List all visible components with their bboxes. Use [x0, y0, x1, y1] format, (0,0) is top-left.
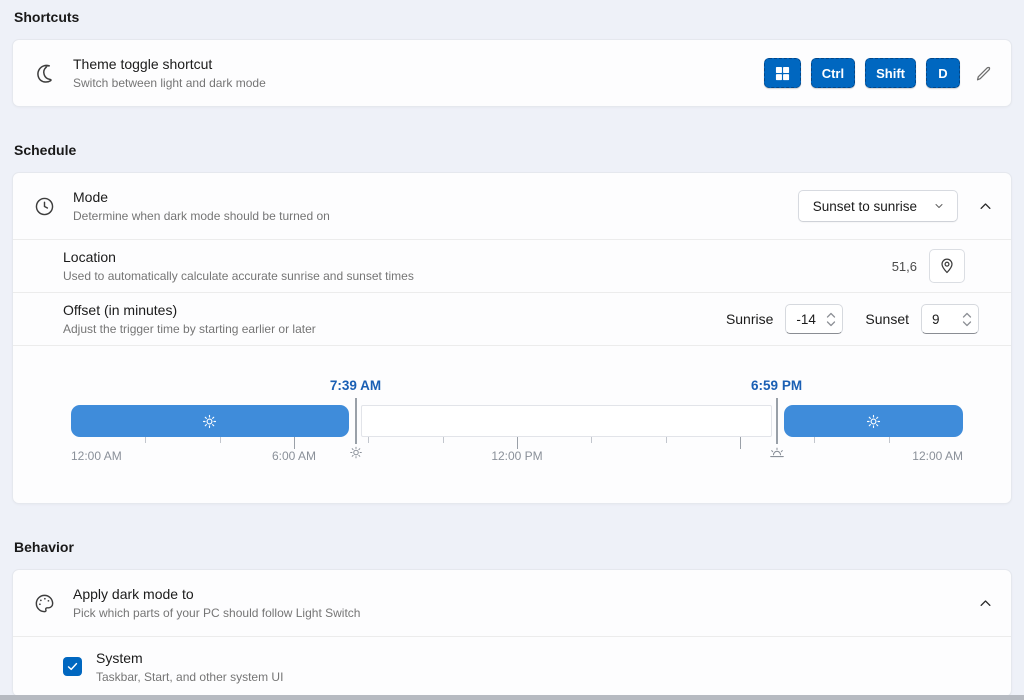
- key-ctrl[interactable]: Ctrl: [811, 58, 855, 88]
- dark-mode-bar-night-left: [71, 405, 349, 437]
- cutoff-content-strip: [0, 695, 1024, 700]
- mode-row: Mode Determine when dark mode should be …: [13, 173, 1011, 239]
- location-value: 51,6: [892, 259, 917, 274]
- timeline-tick: [591, 437, 592, 443]
- system-subtitle: Taskbar, Start, and other system UI: [96, 669, 993, 685]
- behavior-subtitle: Pick which parts of your PC should follo…: [73, 605, 958, 621]
- shortcut-subtitle: Switch between light and dark mode: [73, 75, 764, 91]
- sunrise-offset-value: -14: [786, 312, 826, 327]
- checkmark-icon: [66, 660, 79, 673]
- light-mode-track-day: [361, 405, 772, 437]
- timeline-tick: [889, 437, 890, 443]
- timeline-axis-label: 12:00 PM: [491, 449, 542, 463]
- sunset-divider: [776, 398, 778, 444]
- timeline-tick: [368, 437, 369, 443]
- sun-outline-icon: [348, 445, 363, 460]
- windows-logo-icon: [775, 66, 790, 81]
- location-row: Location Used to automatically calculate…: [13, 239, 1011, 292]
- sun-icon: [201, 413, 218, 430]
- key-shift[interactable]: Shift: [865, 58, 916, 88]
- sunset-time-label: 6:59 PM: [751, 378, 802, 393]
- spinner-icon[interactable]: [962, 311, 978, 328]
- sunset-offset-input[interactable]: 9: [921, 304, 979, 334]
- key-windows[interactable]: [764, 58, 801, 88]
- timeline: 7:39 AM 6:59 PM: [13, 345, 1011, 503]
- sunrise-divider: [355, 398, 357, 444]
- shortcut-title: Theme toggle shortcut: [73, 55, 764, 73]
- mode-subtitle: Determine when dark mode should be turne…: [73, 208, 798, 224]
- offset-subtitle: Adjust the trigger time by starting earl…: [63, 321, 726, 337]
- dark-mode-bar-night-right: [784, 405, 963, 437]
- timeline-tick: [517, 437, 518, 449]
- sunset-icon: [768, 445, 785, 459]
- section-header-shortcuts: Shortcuts: [14, 8, 1010, 27]
- section-header-behavior: Behavior: [14, 538, 1010, 557]
- sunrise-time-label: 7:39 AM: [330, 378, 381, 393]
- behavior-expander-chevron-up-icon[interactable]: [978, 596, 993, 611]
- offset-row: Offset (in minutes) Adjust the trigger t…: [13, 292, 1011, 345]
- apply-dark-mode-row: Apply dark mode to Pick which parts of y…: [13, 570, 1011, 636]
- timeline-tick: [740, 437, 741, 449]
- sunrise-axis-marker: [348, 445, 363, 460]
- clock-icon: [31, 195, 57, 218]
- sunset-offset-label: Sunset: [865, 311, 909, 327]
- mode-title: Mode: [73, 188, 798, 206]
- timeline-axis-label: 12:00 AM: [71, 449, 122, 463]
- location-subtitle: Used to automatically calculate accurate…: [63, 268, 892, 284]
- mode-expander-chevron-up-icon[interactable]: [978, 199, 993, 214]
- behavior-title: Apply dark mode to: [73, 585, 958, 603]
- sunset-offset-value: 9: [922, 312, 962, 327]
- map-pin-button[interactable]: [929, 249, 965, 283]
- map-pin-icon: [937, 256, 957, 276]
- timeline-tick: [666, 437, 667, 443]
- sun-icon: [865, 413, 882, 430]
- shortcut-keys: Ctrl Shift D: [764, 58, 960, 88]
- moon-icon: [31, 61, 57, 85]
- key-d[interactable]: D: [926, 58, 960, 88]
- system-checkbox-row: System Taskbar, Start, and other system …: [13, 636, 1011, 696]
- timeline-tick: [220, 437, 221, 443]
- system-checkbox[interactable]: [63, 657, 82, 676]
- mode-dropdown[interactable]: Sunset to sunrise: [798, 190, 958, 222]
- timeline-tick: [145, 437, 146, 443]
- sunset-axis-marker: [768, 445, 785, 459]
- timeline-tick: [294, 437, 295, 449]
- sunrise-offset-input[interactable]: -14: [785, 304, 843, 334]
- offset-title: Offset (in minutes): [63, 301, 726, 319]
- section-header-schedule: Schedule: [14, 141, 1010, 160]
- palette-icon: [31, 592, 57, 615]
- spinner-icon[interactable]: [826, 311, 842, 328]
- system-label: System: [96, 649, 993, 667]
- chevron-down-icon: [933, 200, 945, 212]
- timeline-tick: [443, 437, 444, 443]
- schedule-card: Mode Determine when dark mode should be …: [12, 172, 1012, 504]
- sunrise-offset-label: Sunrise: [726, 311, 773, 327]
- timeline-axis-label: 6:00 AM: [272, 449, 316, 463]
- pencil-icon[interactable]: [974, 64, 993, 83]
- mode-dropdown-value: Sunset to sunrise: [813, 199, 917, 214]
- location-title: Location: [63, 248, 892, 266]
- timeline-axis-label: 12:00 AM: [912, 449, 963, 463]
- timeline-tick: [814, 437, 815, 443]
- behavior-card: Apply dark mode to Pick which parts of y…: [12, 569, 1012, 697]
- shortcut-card: Theme toggle shortcut Switch between lig…: [12, 39, 1012, 107]
